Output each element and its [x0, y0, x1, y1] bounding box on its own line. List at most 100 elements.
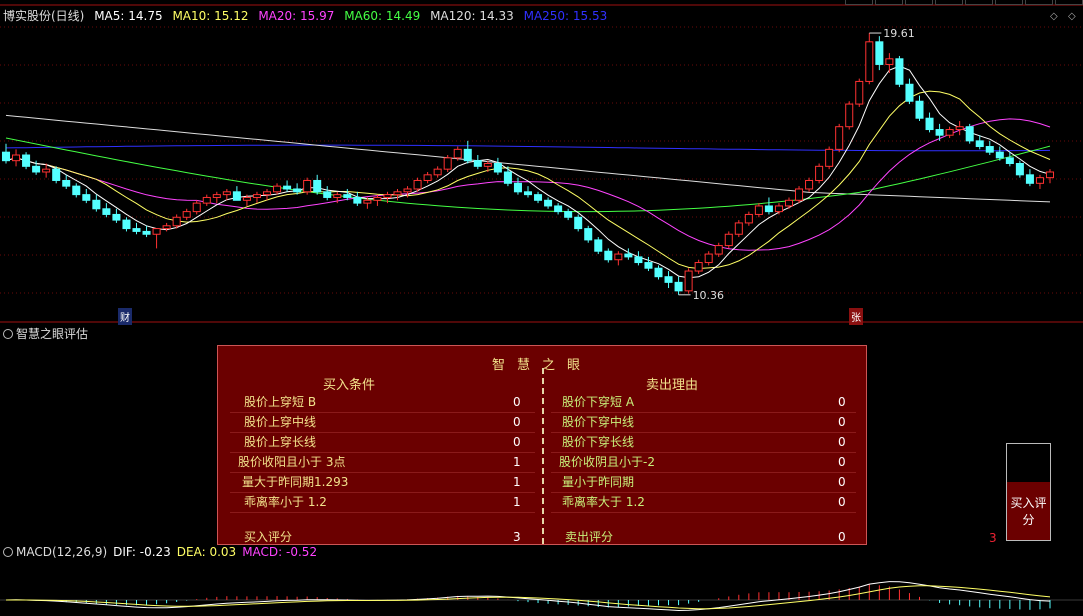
candle[interactable]	[403, 188, 412, 193]
candle[interactable]	[835, 126, 844, 150]
candle[interactable]	[92, 199, 101, 210]
candle[interactable]	[172, 216, 181, 227]
candle[interactable]	[202, 196, 211, 204]
candle[interactable]	[724, 233, 733, 247]
candle[interactable]	[554, 205, 563, 213]
candle[interactable]	[32, 165, 41, 173]
candle[interactable]	[12, 154, 21, 162]
candle[interactable]	[353, 196, 362, 204]
candle[interactable]	[42, 168, 51, 173]
candle[interactable]	[132, 228, 141, 232]
candle[interactable]	[82, 194, 91, 201]
diamond-icon[interactable]: ◇	[1068, 11, 1076, 22]
candle[interactable]	[865, 41, 874, 82]
candle[interactable]	[303, 179, 312, 193]
tab-stub[interactable]	[965, 0, 993, 5]
diamond-icon[interactable]: ◇	[1050, 11, 1058, 22]
rise-tag[interactable]: 张	[849, 308, 863, 325]
finance-tag[interactable]: 财	[118, 308, 132, 325]
candle[interactable]	[523, 191, 533, 196]
candle[interactable]	[895, 58, 904, 85]
candle[interactable]	[1, 151, 11, 162]
tab-stub[interactable]	[935, 0, 963, 5]
price-chart[interactable]: 19.61 10.36	[0, 0, 1083, 324]
candle[interactable]	[1035, 177, 1044, 184]
candle[interactable]	[273, 185, 282, 193]
candle[interactable]	[734, 222, 743, 235]
candle[interactable]	[564, 211, 573, 218]
candle[interactable]	[664, 276, 673, 283]
candle[interactable]	[684, 270, 693, 292]
candle[interactable]	[152, 228, 161, 235]
candle[interactable]	[493, 163, 502, 173]
candle[interactable]	[242, 196, 251, 201]
candle[interactable]	[714, 245, 723, 255]
candle[interactable]	[52, 168, 61, 181]
candle[interactable]	[142, 230, 151, 235]
candle[interactable]	[805, 179, 814, 190]
candle[interactable]	[1045, 171, 1055, 179]
candle[interactable]	[333, 194, 342, 198]
candle[interactable]	[965, 126, 974, 142]
candle[interactable]	[1005, 157, 1014, 164]
candle[interactable]	[483, 163, 492, 167]
tab-stub[interactable]	[1055, 0, 1083, 5]
candle[interactable]	[283, 185, 292, 190]
macd-chart[interactable]	[0, 556, 1083, 616]
candle[interactable]	[423, 174, 432, 181]
candle[interactable]	[443, 157, 452, 170]
candle[interactable]	[744, 213, 753, 224]
candle[interactable]	[102, 208, 111, 215]
candle[interactable]	[694, 262, 703, 272]
candle[interactable]	[112, 213, 121, 221]
candle[interactable]	[463, 148, 472, 162]
candle[interactable]	[985, 146, 994, 153]
candle[interactable]	[1025, 174, 1034, 184]
candle[interactable]	[975, 140, 984, 148]
candle[interactable]	[383, 194, 392, 198]
candle[interactable]	[764, 205, 773, 213]
candle[interactable]	[262, 191, 272, 196]
candle[interactable]	[935, 129, 944, 136]
candle[interactable]	[945, 129, 954, 136]
candle[interactable]	[313, 179, 322, 193]
candle[interactable]	[795, 188, 804, 201]
candle[interactable]	[393, 191, 402, 196]
candle[interactable]	[1015, 163, 1024, 176]
candle[interactable]	[212, 194, 221, 198]
candle[interactable]	[915, 100, 924, 119]
tab-stub[interactable]	[845, 0, 873, 5]
candle[interactable]	[232, 191, 241, 201]
tab-stub[interactable]	[875, 0, 903, 5]
candle[interactable]	[323, 191, 332, 198]
candle[interactable]	[182, 211, 191, 218]
candle[interactable]	[674, 281, 683, 292]
candle[interactable]	[192, 202, 201, 213]
candle[interactable]	[885, 58, 894, 65]
candle[interactable]	[72, 185, 81, 196]
candle[interactable]	[413, 179, 422, 190]
candle[interactable]	[544, 199, 553, 207]
score-gauge[interactable]: 买入评分	[1006, 443, 1051, 541]
candle[interactable]	[62, 179, 71, 187]
candle[interactable]	[644, 262, 653, 269]
candle[interactable]	[905, 83, 914, 102]
tab-stub[interactable]	[1025, 0, 1053, 5]
candle[interactable]	[122, 219, 131, 230]
candle[interactable]	[815, 165, 824, 181]
candle[interactable]	[845, 103, 854, 128]
candle[interactable]	[293, 188, 302, 193]
candle[interactable]	[534, 194, 543, 201]
candle[interactable]	[774, 205, 783, 213]
candle[interactable]	[373, 196, 382, 201]
candle[interactable]	[825, 148, 834, 167]
candle[interactable]	[584, 228, 593, 241]
candle[interactable]	[433, 168, 442, 176]
candle[interactable]	[513, 182, 522, 193]
candle[interactable]	[162, 225, 171, 230]
candle[interactable]	[604, 250, 613, 261]
candle[interactable]	[955, 126, 964, 131]
candle[interactable]	[222, 191, 231, 196]
candle[interactable]	[473, 160, 482, 167]
tab-stub[interactable]	[905, 0, 933, 5]
